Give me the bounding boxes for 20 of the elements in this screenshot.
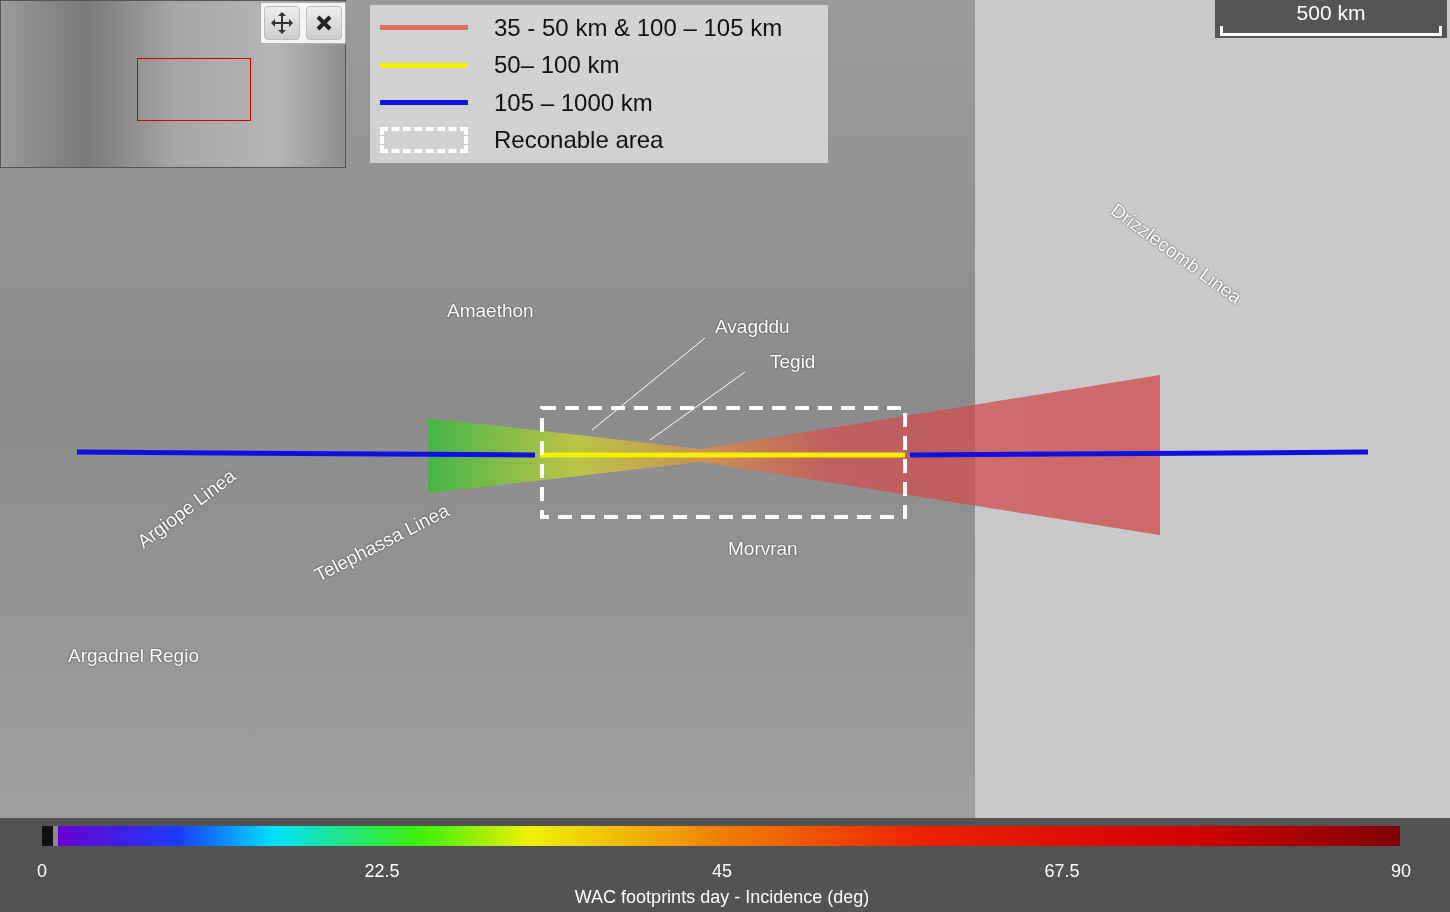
scale-label: 500 km bbox=[1296, 0, 1366, 26]
place-label: Argadnel Regio bbox=[68, 645, 199, 667]
close-button[interactable] bbox=[306, 6, 342, 40]
tick-label: 45 bbox=[712, 861, 732, 882]
place-label: Tegid bbox=[770, 351, 816, 373]
place-label: Avagddu bbox=[715, 316, 790, 338]
place-label: Amaethon bbox=[447, 300, 534, 322]
pan-button[interactable] bbox=[264, 6, 300, 40]
legend-label: 50– 100 km bbox=[494, 51, 620, 80]
close-icon bbox=[316, 15, 332, 31]
tick-label: 90 bbox=[1391, 861, 1411, 882]
legend-label: Reconable area bbox=[494, 126, 664, 155]
legend-label: 105 – 1000 km bbox=[494, 88, 653, 117]
move-icon bbox=[270, 11, 294, 35]
tick-label: 22.5 bbox=[364, 861, 400, 882]
tick-label: 67.5 bbox=[1044, 861, 1080, 882]
colorbar-title: WAC footprints day - Incidence (deg) bbox=[574, 887, 870, 908]
legend-label: 35 - 50 km & 100 – 105 km bbox=[494, 13, 783, 42]
tick-label: 0 bbox=[37, 861, 47, 882]
place-label: Morvran bbox=[728, 538, 798, 560]
